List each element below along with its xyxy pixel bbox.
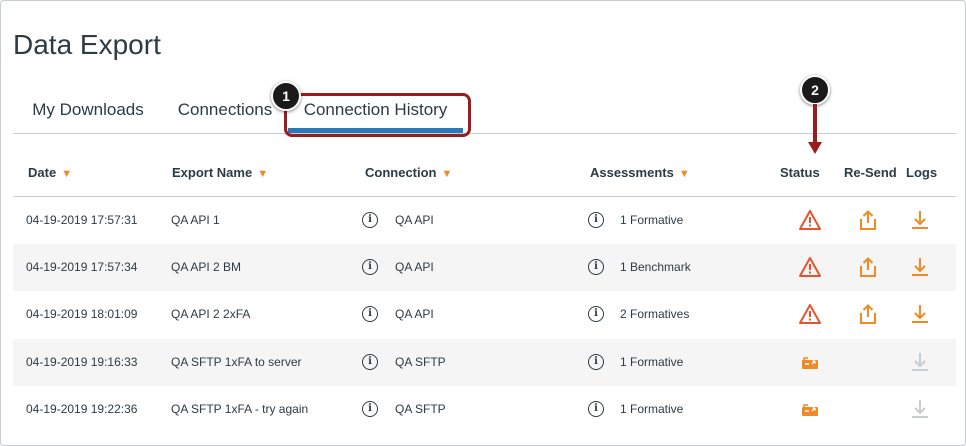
- page-title: Data Export: [13, 29, 161, 60]
- date-cell: 04-19-2019 19:22:36: [26, 401, 138, 416]
- assessments-cell: 1 Formative: [620, 401, 684, 416]
- resend-icon[interactable]: [857, 303, 879, 325]
- connection-info-icon[interactable]: i: [362, 259, 378, 276]
- download-log-icon[interactable]: [909, 209, 931, 231]
- tab-my-downloads[interactable]: My Downloads: [13, 88, 163, 133]
- callout-arrow-line: [813, 104, 817, 144]
- sent-icon[interactable]: [799, 398, 821, 420]
- warning-icon[interactable]: [799, 209, 821, 231]
- column-header-label: Export Name: [172, 165, 253, 180]
- assessments-info-icon[interactable]: i: [588, 400, 604, 417]
- column-header-connection[interactable]: Connection ▼: [365, 165, 452, 180]
- export-name-cell: QA API 2 2xFA: [171, 307, 251, 322]
- connection-cell: QA API: [395, 213, 434, 227]
- column-header-label: Connection: [365, 165, 437, 180]
- export-name-cell: QA API 1: [171, 213, 220, 227]
- connection-info-icon[interactable]: i: [362, 306, 378, 323]
- export-name-cell: QA SFTP 1xFA - try again: [171, 401, 309, 416]
- table-row: 04-19-2019 17:57:31 QA API 1 i QA API i 1 For…: [13, 197, 956, 244]
- assessments-cell: 2 Formatives: [620, 307, 690, 322]
- connection-info-icon[interactable]: i: [362, 400, 378, 417]
- assessments-info-icon[interactable]: i: [588, 212, 604, 228]
- table-row: 04-19-2019 19:22:36 QA SFTP 1xFA - try ag…: [13, 386, 956, 433]
- download-log-icon[interactable]: [909, 256, 931, 278]
- column-header-label: Date: [28, 165, 57, 180]
- connection-cell: QA SFTP: [395, 401, 446, 416]
- table-row: 04-19-2019 18:01:09 QA API 2 2xFA i QA API i…: [13, 291, 956, 338]
- export-name-cell: QA SFTP 1xFA to server: [171, 354, 302, 369]
- connection-info-icon[interactable]: i: [362, 353, 378, 370]
- download-log-icon[interactable]: [909, 303, 931, 325]
- assessments-info-icon[interactable]: i: [588, 259, 604, 276]
- table-header: Date ▼ Export Name ▼ Connection ▼ Assessmen…: [13, 150, 956, 197]
- assessments-info-icon[interactable]: i: [588, 353, 604, 370]
- sent-icon[interactable]: [799, 351, 821, 373]
- column-header-assessments[interactable]: Assessments ▼: [590, 165, 690, 180]
- warning-icon[interactable]: [799, 256, 821, 278]
- date-cell: 04-19-2019 18:01:09: [26, 307, 138, 322]
- assessments-info-icon[interactable]: i: [588, 306, 604, 323]
- date-cell: 04-19-2019 17:57:34: [26, 260, 138, 275]
- connection-cell: QA API: [395, 260, 434, 275]
- date-cell: 04-19-2019 19:16:33: [26, 354, 138, 369]
- resend-icon[interactable]: [857, 209, 879, 231]
- assessments-cell: 1 Benchmark: [620, 260, 691, 275]
- warning-icon[interactable]: [799, 303, 821, 325]
- table-row: 04-19-2019 19:16:33 QA SFTP 1xFA to serve…: [13, 338, 956, 386]
- column-header-date[interactable]: Date ▼: [28, 165, 72, 180]
- table-row: 04-19-2019 17:57:34 QA API 2 BM i QA API i 1 …: [13, 244, 956, 292]
- callout-badge-2: 2: [800, 75, 830, 105]
- date-cell: 04-19-2019 17:57:31: [26, 213, 138, 227]
- column-header-status: Status: [780, 165, 820, 180]
- connection-info-icon[interactable]: i: [362, 212, 378, 228]
- export-name-cell: QA API 2 BM: [171, 260, 242, 275]
- connection-cell: QA API: [395, 307, 434, 322]
- assessments-cell: 1 Formative: [620, 213, 684, 227]
- column-header-resend: Re-Send: [844, 165, 897, 180]
- tab-connections[interactable]: Connections: [165, 88, 285, 133]
- column-header-label: Assessments: [590, 165, 674, 180]
- sort-chevron-icon[interactable]: ▼: [257, 168, 268, 180]
- resend-icon[interactable]: [857, 256, 879, 278]
- column-header-export-name[interactable]: Export Name ▼: [172, 165, 268, 180]
- download-log-icon: [909, 398, 931, 420]
- connection-cell: QA SFTP: [395, 354, 446, 369]
- highlight-box-connection-history: [284, 93, 471, 137]
- column-header-logs: Logs: [906, 165, 938, 180]
- sort-chevron-icon[interactable]: ▼: [442, 168, 453, 180]
- sort-chevron-icon[interactable]: ▼: [679, 168, 690, 180]
- callout-badge-1: 1: [271, 81, 301, 111]
- assessments-cell: 1 Formative: [620, 354, 684, 369]
- download-log-icon: [909, 351, 931, 373]
- sort-chevron-icon[interactable]: ▼: [61, 168, 72, 180]
